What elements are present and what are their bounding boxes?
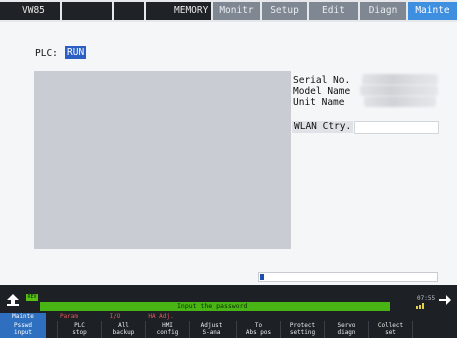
serial-no-value-redacted <box>362 74 438 85</box>
wifi-status-icon <box>416 303 424 309</box>
status-cell-2 <box>114 2 144 20</box>
fkey-protect-setting[interactable]: Protect setting <box>280 321 324 338</box>
fkey-label-line1: To <box>254 322 263 329</box>
plc-status-badge: RUN <box>65 46 87 59</box>
wlan-country-field[interactable] <box>354 121 439 134</box>
model-name-label: Model Name <box>293 86 351 97</box>
fkey-label-line2: input <box>13 329 33 336</box>
tab-edit[interactable]: Edit <box>309 2 358 20</box>
fkey-label-line1: PLC <box>74 322 85 329</box>
fkey-label-line1: HMI <box>162 322 173 329</box>
tab-monitr[interactable]: Monitr <box>213 2 260 20</box>
tab-setup[interactable]: Setup <box>262 2 307 20</box>
fkey-password-input[interactable]: Psswd input <box>0 321 46 338</box>
fkey-label-line1: Protect <box>289 322 316 329</box>
fkey-label-line2: backup <box>112 329 135 336</box>
unit-name-value-redacted <box>364 96 436 107</box>
fkey-empty[interactable] <box>412 321 457 338</box>
fkey-plc-stop[interactable]: PLC stop <box>57 321 101 338</box>
rev-badge: REV <box>26 294 38 301</box>
wlan-country-label: WLAN Ctry. <box>292 121 354 133</box>
clock: 07:55 <box>417 295 436 302</box>
fkey-label-line1: Servo <box>337 322 356 329</box>
progress-fill <box>260 274 264 280</box>
fkey-label-line1: All <box>118 322 129 329</box>
model-name-value-redacted <box>360 85 438 96</box>
menu-row: Mainte Param I/O HA Adj. <box>0 313 457 321</box>
fkey-adjust-s-ana[interactable]: Adjust S-ana <box>189 321 233 338</box>
fkey-hmi-config[interactable]: HMI config <box>145 321 189 338</box>
fkey-label-line2: setting <box>289 329 316 336</box>
machine-name: VW85 <box>0 2 60 20</box>
fkey-label-line1: Adjust <box>200 322 223 329</box>
unit-name-label: Unit Name <box>293 97 345 108</box>
arrow-right-forward-icon[interactable] <box>438 293 452 307</box>
screen: VW85 MEMORY Monitr Setup Edit Diagn PLC:… <box>0 0 457 338</box>
fkey-all-backup[interactable]: All backup <box>101 321 145 338</box>
menu-io[interactable]: I/O <box>92 313 138 321</box>
fkey-label-line2: Abs pos <box>245 329 272 336</box>
arrow-up-back-icon[interactable] <box>6 293 20 307</box>
fkey-label-line2: set <box>385 329 396 336</box>
progress-bar <box>258 272 438 282</box>
tab-mainte-label[interactable]: Mainte <box>408 2 457 20</box>
menu-mainte[interactable]: Mainte <box>0 313 46 321</box>
message-text: Input the password <box>177 302 248 310</box>
serial-no-label: Serial No. <box>293 75 351 86</box>
status-cell-1 <box>62 2 112 20</box>
fkey-to-abs-pos[interactable]: To Abs pos <box>236 321 280 338</box>
fkey-label-line2: config <box>156 329 179 336</box>
fkey-collect-set[interactable]: Collect set <box>368 321 412 338</box>
fkey-label-line2: S-ana <box>202 329 221 336</box>
top-bar: VW85 MEMORY Monitr Setup Edit Diagn <box>0 0 457 22</box>
plc-label: PLC: <box>35 48 58 59</box>
fkey-label-line2: stop <box>72 329 87 336</box>
tab-diagn[interactable]: Diagn <box>360 2 406 20</box>
fkey-servo-diagn[interactable]: Servo diagn <box>324 321 368 338</box>
menu-param[interactable]: Param <box>46 313 92 321</box>
fkey-label-line1: Collect <box>377 322 404 329</box>
main-panel <box>34 71 291 249</box>
fkey-label-line1: Psswd <box>13 322 33 329</box>
fkey-label-line2: diagn <box>337 329 356 336</box>
mode-indicator: MEMORY <box>170 2 211 20</box>
menu-ha-adj[interactable]: HA Adj. <box>138 313 184 321</box>
status-cell-3 <box>146 2 170 20</box>
